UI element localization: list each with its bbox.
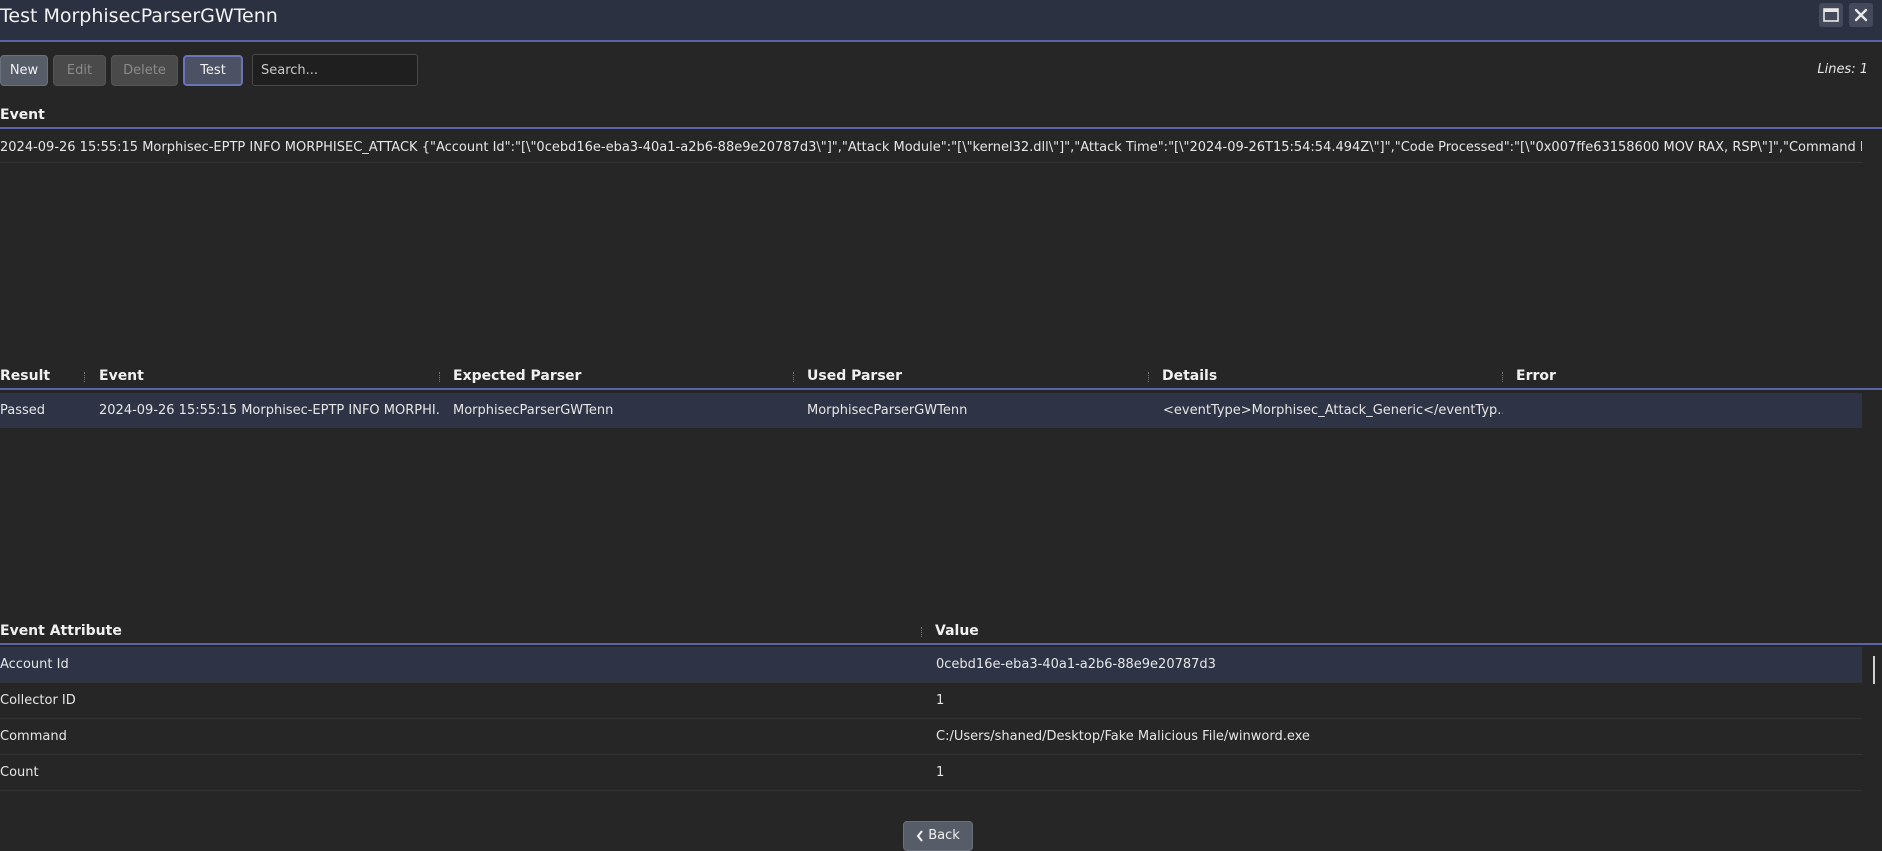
- chevron-left-icon: [916, 830, 923, 842]
- used-parser-cell: MorphisecParserGWTenn: [807, 403, 968, 418]
- column-header-event-attribute[interactable]: Event Attribute: [0, 623, 122, 639]
- attribute-name-cell: Account Id: [0, 657, 69, 672]
- vertical-scrollbar[interactable]: [1873, 656, 1875, 684]
- event-header-label: Event: [0, 107, 45, 123]
- delete-button[interactable]: Delete: [111, 55, 178, 86]
- close-icon: [1854, 8, 1868, 22]
- table-row[interactable]: Passed 2024-09-26 15:55:15 Morphisec-EPT…: [0, 393, 1862, 428]
- test-button[interactable]: Test: [183, 55, 243, 86]
- column-resize-handle[interactable]: [1148, 372, 1151, 382]
- column-header-value[interactable]: Value: [935, 623, 979, 639]
- result-cell: Passed: [0, 403, 46, 418]
- column-header-expected-parser[interactable]: Expected Parser: [453, 368, 581, 384]
- lines-count: Lines: 1: [1817, 62, 1868, 77]
- attribute-value-cell: 0cebd16e-eba3-40a1-a2b6-88e9e20787d3: [936, 657, 1216, 672]
- column-resize-handle[interactable]: [439, 372, 442, 382]
- attribute-name-cell: Count: [0, 765, 39, 780]
- title-bar: Test MorphisecParserGWTenn: [0, 0, 1882, 42]
- column-resize-handle[interactable]: [921, 627, 924, 637]
- event-line[interactable]: 2024-09-26 15:55:15 Morphisec-EPTP INFO …: [0, 140, 1862, 163]
- attribute-value-cell: C:/Users/shaned/Desktop/Fake Malicious F…: [936, 729, 1310, 744]
- table-row[interactable]: Account Id 0cebd16e-eba3-40a1-a2b6-88e9e…: [0, 647, 1862, 683]
- column-resize-handle[interactable]: [793, 372, 796, 382]
- edit-button[interactable]: Edit: [53, 55, 106, 86]
- attribute-value-cell: 1: [936, 693, 945, 708]
- table-row[interactable]: Command C:/Users/shaned/Desktop/Fake Mal…: [0, 719, 1862, 755]
- expected-parser-cell: MorphisecParserGWTenn: [453, 403, 614, 418]
- column-header-error[interactable]: Error: [1516, 368, 1556, 384]
- column-resize-handle[interactable]: [84, 372, 87, 382]
- attribute-name-cell: Command: [0, 729, 67, 744]
- results-table-header: Result Event Expected Parser Used Parser…: [0, 364, 1882, 390]
- table-row[interactable]: Collector ID 1: [0, 683, 1862, 719]
- event-cell: 2024-09-26 15:55:15 Morphisec-EPTP INFO …: [99, 403, 439, 418]
- column-header-details[interactable]: Details: [1162, 368, 1217, 384]
- attribute-value-cell: 1: [936, 765, 945, 780]
- maximize-button[interactable]: [1819, 3, 1843, 27]
- maximize-icon: [1823, 8, 1839, 22]
- event-section-header: Event: [0, 103, 1882, 129]
- attributes-table-header: Event Attribute Value: [0, 619, 1882, 645]
- column-header-event[interactable]: Event: [99, 368, 144, 384]
- partial-table-row: [0, 792, 1862, 806]
- back-button[interactable]: Back: [903, 821, 973, 851]
- new-button[interactable]: New: [0, 55, 48, 86]
- search-input[interactable]: [252, 54, 418, 86]
- window-title: Test MorphisecParserGWTenn: [0, 5, 278, 27]
- column-header-result[interactable]: Result: [0, 368, 50, 384]
- table-row[interactable]: Count 1: [0, 755, 1862, 791]
- details-cell: <eventType>Morphisec_Attack_Generic</eve…: [1163, 403, 1503, 418]
- column-header-used-parser[interactable]: Used Parser: [807, 368, 902, 384]
- close-button[interactable]: [1849, 3, 1873, 27]
- column-resize-handle[interactable]: [1502, 372, 1505, 382]
- attribute-name-cell: Collector ID: [0, 693, 76, 708]
